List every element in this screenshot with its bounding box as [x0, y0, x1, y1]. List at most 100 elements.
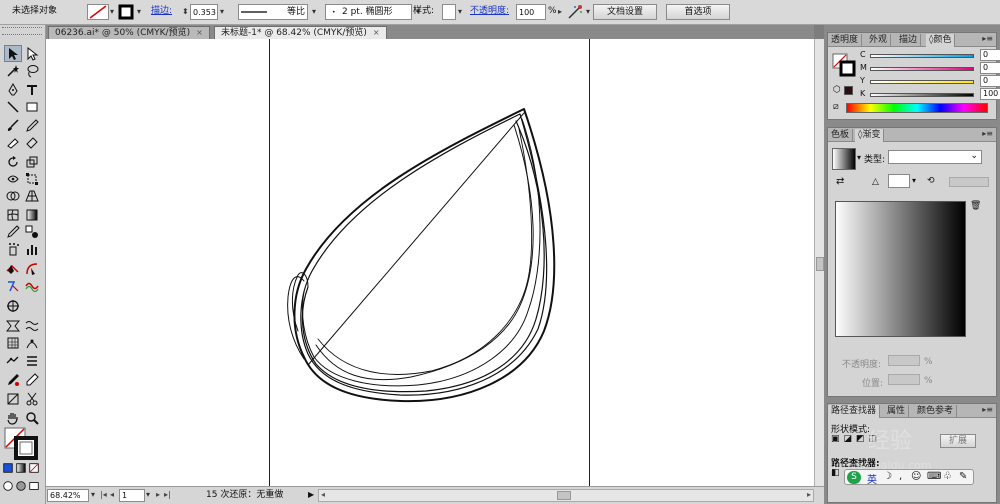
brush-definition[interactable]: • 2 pt. 椭圆形	[325, 4, 412, 20]
fill-dropdown-icon[interactable]: ▾	[110, 4, 114, 20]
gradient-preview-dropdown-icon[interactable]: ▾	[857, 153, 861, 162]
drawing[interactable]	[46, 39, 814, 486]
magenta-field[interactable]: 0	[980, 62, 1000, 74]
tab-swatches[interactable]: 色板	[828, 129, 854, 142]
artboard-tool-icon[interactable]	[4, 297, 22, 314]
ime-logo-icon[interactable]: S	[847, 471, 861, 484]
blend-tool-icon[interactable]	[23, 223, 41, 240]
page-field[interactable]: 1	[119, 489, 145, 502]
stroke-gradient-icon[interactable]: △	[872, 177, 879, 187]
perspective-grid-tool-icon[interactable]	[23, 187, 41, 204]
slice-select-tool-icon[interactable]	[4, 390, 22, 407]
previous-page-icon[interactable]: ◂	[110, 489, 114, 502]
scrollbar-thumb[interactable]	[816, 257, 824, 271]
tab-color[interactable]: ◊颜色	[926, 34, 956, 47]
warp-tool-icon[interactable]	[23, 317, 41, 334]
zoom-field[interactable]: 68.42%	[47, 489, 89, 502]
aspect-ratio-field[interactable]	[949, 177, 989, 187]
black-field[interactable]: 100	[980, 88, 1000, 100]
hand-tool-icon[interactable]	[4, 409, 22, 426]
last-page-icon[interactable]: ▸|	[164, 489, 171, 502]
zoom-dropdown-icon[interactable]: ▾	[91, 489, 95, 502]
eyedropper-color-icon[interactable]	[4, 371, 22, 388]
gradient-preview-swatch[interactable]	[832, 148, 856, 170]
cube-icon[interactable]: ⬡	[833, 85, 841, 95]
draw-behind-icon[interactable]	[15, 480, 27, 492]
tab-color-guide[interactable]: 颜色参考	[914, 405, 958, 418]
profile-dropdown-icon[interactable]: ▾	[312, 4, 316, 20]
close-icon[interactable]: ×	[196, 28, 203, 37]
slice-tool-icon[interactable]	[4, 317, 22, 334]
scroll-left-icon[interactable]: ◂	[321, 490, 325, 499]
status-menu-icon[interactable]: ▶	[308, 489, 314, 502]
mesh-tool-icon[interactable]	[4, 206, 22, 223]
rotate-tool-icon[interactable]	[4, 153, 22, 170]
puppet-warp-tool-icon[interactable]	[23, 334, 41, 351]
anchor-point-tool-icon[interactable]	[4, 277, 22, 294]
stop-location-field[interactable]	[888, 374, 920, 385]
ime-tools-icon[interactable]: ✎	[959, 471, 967, 482]
fill-swatch[interactable]	[87, 4, 109, 20]
opacity-field[interactable]: 100	[516, 4, 546, 20]
black-track[interactable]	[870, 93, 974, 97]
graphic-style-swatch[interactable]	[442, 4, 456, 20]
gradient-angle-field[interactable]	[888, 174, 910, 188]
ime-skin-icon[interactable]: ♧	[943, 471, 952, 482]
ime-emoji-icon[interactable]: ☺	[911, 471, 921, 482]
type-tool-icon[interactable]	[23, 81, 41, 98]
tab-appearance[interactable]: 外观	[866, 34, 892, 47]
opacity-dropdown-icon[interactable]: ▸	[558, 4, 562, 20]
cyan-field[interactable]: 0	[980, 49, 1000, 61]
direct-selection-tool-icon[interactable]	[23, 45, 41, 62]
fill-stroke-widget[interactable]	[4, 427, 40, 461]
measure-tool-icon[interactable]	[23, 371, 41, 388]
stroke-spinner-icon[interactable]: ⬍	[182, 4, 189, 20]
ime-punctuation-icon[interactable]: ,	[899, 471, 902, 482]
cyan-track[interactable]	[870, 54, 974, 58]
ime-mode[interactable]: 英	[867, 471, 877, 486]
color-mode-icon[interactable]	[2, 462, 14, 474]
color-fill-stroke-icon[interactable]	[832, 53, 856, 77]
width-tool-icon[interactable]	[4, 170, 22, 187]
canvas[interactable]	[46, 39, 814, 486]
magenta-track[interactable]	[870, 67, 974, 71]
selection-tool-icon[interactable]	[4, 45, 22, 62]
stroke-dropdown-icon[interactable]: ▾	[137, 4, 141, 20]
mesh-envelope-tool-icon[interactable]	[4, 334, 22, 351]
rectangle-tool-icon[interactable]	[23, 98, 41, 115]
close-icon[interactable]: ×	[373, 28, 380, 37]
gradient-mode-icon[interactable]	[15, 462, 27, 474]
lasso-tool-icon[interactable]	[23, 62, 41, 79]
tab-attributes[interactable]: 属性	[884, 405, 910, 418]
eyedropper-tool-icon[interactable]	[4, 223, 22, 240]
tab-gradient[interactable]: ◊渐变	[855, 129, 885, 142]
angle-dropdown-icon[interactable]: ▾	[912, 176, 916, 185]
horizontal-scrollbar-thumb[interactable]	[557, 491, 571, 500]
gradient-slider-preview[interactable]	[835, 201, 966, 337]
panel-menu-icon[interactable]: ▸≡	[982, 34, 993, 43]
tab-pathfinder[interactable]: 路径查找器	[828, 405, 881, 418]
page-dropdown-icon[interactable]: ▾	[146, 489, 150, 502]
pencil-tool-icon[interactable]	[23, 116, 41, 133]
stroke-label-link[interactable]: 描边:	[151, 4, 172, 20]
draw-normal-icon[interactable]	[2, 480, 14, 492]
panel-menu-icon[interactable]: ▸≡	[982, 129, 993, 138]
delete-stop-icon[interactable]: 🗑	[970, 201, 981, 211]
free-transform-tool-icon[interactable]	[23, 170, 41, 187]
opacity-label-link[interactable]: 不透明度:	[470, 4, 509, 20]
stroke-swatch[interactable]	[118, 4, 136, 20]
ime-moon-icon[interactable]: ☽	[883, 471, 892, 482]
stop-opacity-field[interactable]	[888, 355, 920, 366]
first-page-icon[interactable]: |◂	[100, 489, 107, 502]
scroll-right-icon[interactable]: ▸	[807, 490, 811, 499]
yellow-track[interactable]	[870, 80, 974, 84]
screen-mode-icon[interactable]	[28, 480, 40, 492]
live-paint-bucket-icon[interactable]	[4, 352, 22, 369]
curvature-tool-icon[interactable]	[23, 260, 41, 277]
variable-width-profile[interactable]: 等比	[238, 4, 308, 20]
align-list-icon[interactable]	[23, 352, 41, 369]
pen-tool-icon[interactable]	[4, 81, 22, 98]
ime-keyboard-icon[interactable]: ⌨	[927, 471, 941, 482]
paintbrush-tool-icon[interactable]	[4, 116, 22, 133]
scissors-tool-icon[interactable]	[23, 390, 41, 407]
